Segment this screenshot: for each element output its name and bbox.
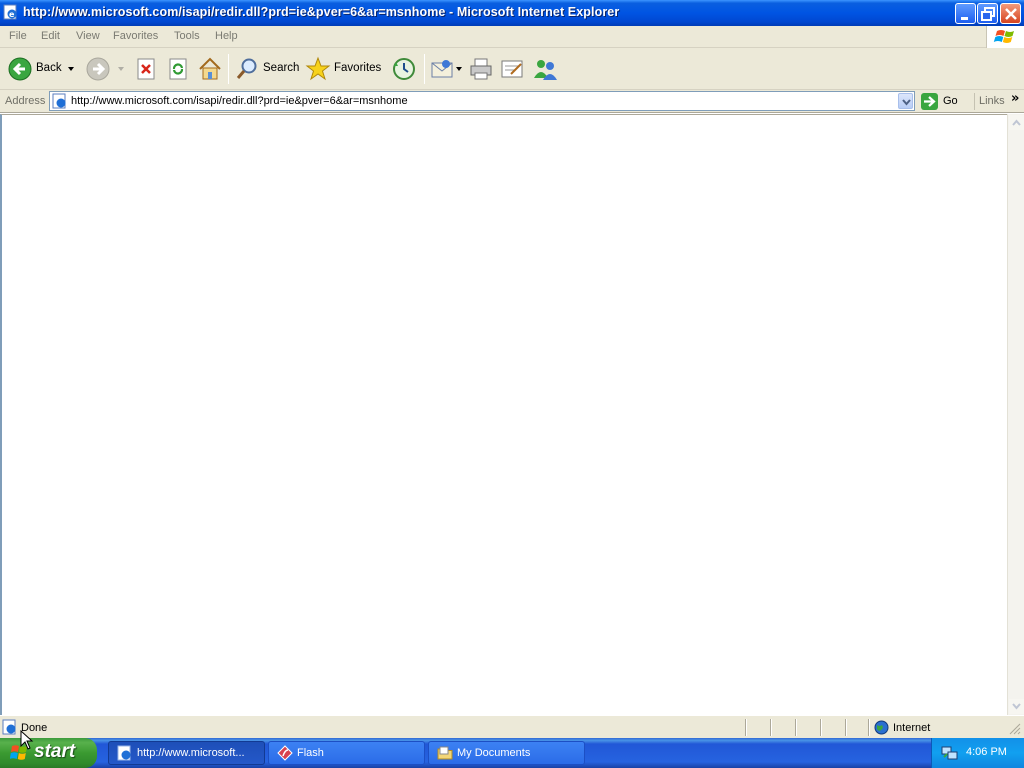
taskbar-button-flash[interactable]: Flash	[268, 741, 425, 765]
status-divider	[820, 719, 822, 736]
address-dropdown-icon[interactable]	[898, 93, 913, 109]
page-content[interactable]	[0, 114, 1024, 715]
menu-help[interactable]: Help	[215, 30, 238, 42]
toolbar-separator	[228, 54, 229, 84]
back-icon[interactable]	[8, 54, 34, 84]
taskbar-button-my-documents[interactable]: My Documents	[428, 741, 585, 765]
search-icon[interactable]	[234, 54, 260, 84]
home-icon[interactable]	[197, 54, 223, 84]
forward-icon[interactable]	[86, 54, 112, 84]
close-button[interactable]	[1000, 3, 1021, 24]
mouse-cursor-icon	[20, 729, 34, 750]
stop-icon[interactable]	[135, 54, 157, 84]
links-chevron-icon[interactable]: »	[1011, 91, 1019, 106]
messenger-icon[interactable]	[531, 54, 559, 84]
back-dropdown-icon[interactable]	[66, 54, 76, 84]
status-divider	[745, 719, 747, 736]
address-url[interactable]: http://www.microsoft.com/isapi/redir.dll…	[71, 95, 408, 107]
vertical-scrollbar[interactable]	[1007, 114, 1024, 715]
history-icon[interactable]	[390, 54, 418, 84]
start-label: start	[34, 741, 76, 762]
status-divider	[795, 719, 797, 736]
status-bar: Done Internet	[0, 715, 1024, 738]
windows-logo-icon	[986, 26, 1024, 48]
scroll-down-icon[interactable]	[1009, 699, 1024, 714]
resize-grip-icon[interactable]	[1008, 722, 1022, 739]
menu-tools[interactable]: Tools	[174, 30, 200, 42]
window-title: http://www.microsoft.com/isapi/redir.dll…	[23, 5, 620, 19]
mail-dropdown-icon[interactable]	[454, 54, 464, 84]
clock[interactable]: 4:06 PM	[966, 746, 1007, 758]
mail-icon[interactable]	[430, 54, 454, 84]
favorites-star-icon[interactable]	[305, 54, 331, 84]
edit-icon[interactable]	[499, 54, 525, 84]
status-divider	[868, 719, 870, 736]
status-page-icon	[2, 719, 18, 738]
address-bar: Address http://www.microsoft.com/isapi/r…	[0, 90, 1024, 113]
print-icon[interactable]	[468, 54, 494, 84]
back-button[interactable]: Back	[36, 62, 62, 74]
menu-favorites[interactable]: Favorites	[113, 30, 158, 42]
menu-edit[interactable]: Edit	[41, 30, 60, 42]
links-separator	[974, 93, 975, 110]
search-button[interactable]: Search	[263, 62, 299, 74]
forward-dropdown-icon[interactable]	[116, 54, 126, 84]
address-label: Address	[5, 95, 46, 107]
scroll-up-icon[interactable]	[1009, 115, 1024, 130]
favorites-button[interactable]: Favorites	[334, 62, 381, 74]
address-input[interactable]: http://www.microsoft.com/isapi/redir.dll…	[49, 91, 915, 111]
menu-view[interactable]: View	[76, 30, 100, 42]
menu-bar: File Edit View Favorites Tools Help	[0, 26, 1024, 48]
links-button[interactable]: Links	[979, 95, 1005, 107]
page-icon	[52, 93, 68, 112]
taskbar-button-label: http://www.microsoft...	[137, 747, 245, 759]
go-arrow-icon[interactable]	[920, 92, 939, 114]
system-tray: 4:06 PM	[931, 738, 1024, 768]
taskbar: start http://www.microsoft... Flash My D…	[0, 738, 1024, 768]
toolbar-separator	[424, 54, 425, 84]
title-bar[interactable]: e http://www.microsoft.com/isapi/redir.d…	[0, 0, 1024, 26]
minimize-button[interactable]	[955, 3, 976, 24]
network-icon[interactable]	[941, 745, 958, 764]
restore-button[interactable]	[977, 3, 998, 24]
flash-icon	[277, 745, 293, 764]
taskbar-button-label: My Documents	[457, 747, 531, 759]
svg-text:e: e	[9, 10, 15, 19]
folder-icon	[437, 745, 453, 764]
security-zone: Internet	[893, 722, 931, 734]
status-divider	[770, 719, 772, 736]
start-button[interactable]: start	[0, 738, 97, 768]
go-button[interactable]: Go	[943, 95, 958, 107]
standard-toolbar: Back Search Favorites	[0, 48, 1024, 90]
globe-icon	[874, 720, 889, 738]
ie-icon	[117, 745, 133, 764]
menu-file[interactable]: File	[9, 30, 27, 42]
ie-page-icon[interactable]: e	[3, 4, 19, 20]
status-divider	[845, 719, 847, 736]
taskbar-button-label: Flash	[297, 747, 324, 759]
taskbar-button-ie[interactable]: http://www.microsoft...	[108, 741, 265, 765]
refresh-icon[interactable]	[167, 54, 189, 84]
